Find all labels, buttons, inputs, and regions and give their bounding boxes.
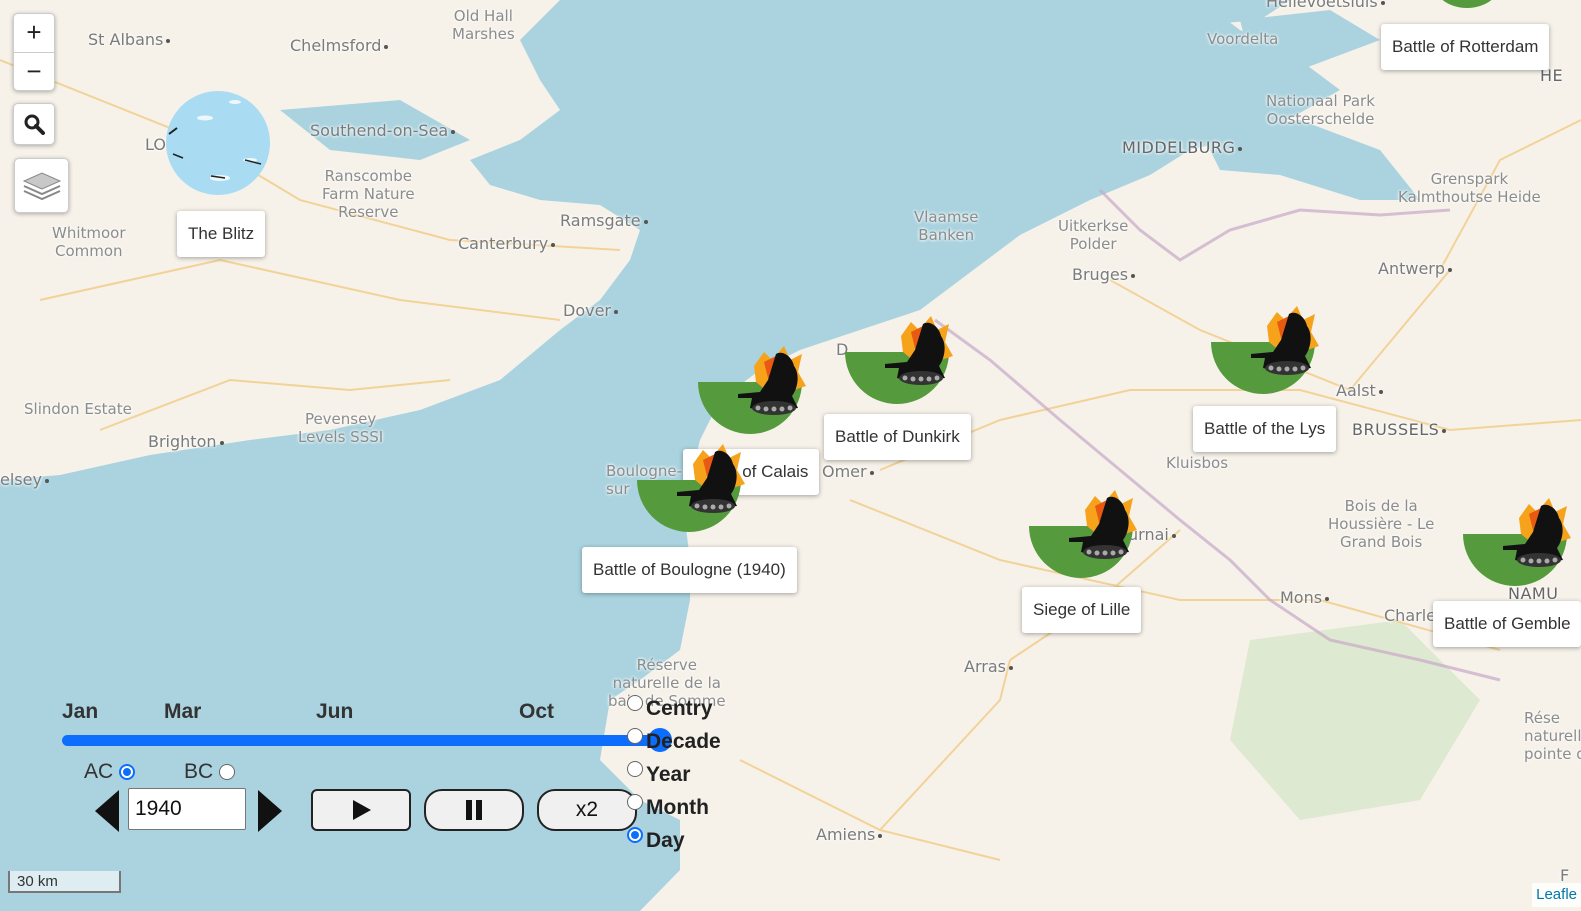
place-label: Brighton — [148, 432, 224, 451]
layers-button[interactable] — [14, 158, 69, 213]
granularity-radio[interactable] — [627, 695, 643, 711]
speed-button[interactable]: x2 — [537, 789, 637, 831]
granularity-radio[interactable] — [627, 794, 643, 810]
event-label[interactable]: Battle of the Lys — [1193, 406, 1337, 452]
place-label: Ramsgate — [560, 211, 648, 230]
timeline-month-label: Mar — [164, 700, 202, 723]
place-label: Slindon Estate — [24, 400, 132, 418]
event-label[interactable]: Battle of Rotterdam — [1381, 24, 1550, 70]
place-label: Pevensey Levels SSSI — [298, 410, 384, 446]
place-label: Mons — [1280, 588, 1330, 607]
place-label: LO — [145, 135, 166, 154]
event-label[interactable]: The Blitz — [177, 211, 266, 257]
granularity-label: Centry — [646, 697, 713, 720]
zoom-in-button[interactable]: + — [14, 14, 54, 53]
battle-tank-icon[interactable] — [1211, 306, 1321, 396]
place-label: Old Hall Marshes — [452, 7, 515, 43]
place-label: Canterbury — [458, 234, 556, 253]
map-canvas[interactable]: St Albans Chelmsford Old Hall Marshes So… — [0, 0, 1581, 911]
place-label: Rése naturelle pointe de — [1524, 709, 1581, 763]
place-label: Hellevoetsluis — [1266, 0, 1385, 11]
search-button[interactable] — [13, 103, 55, 145]
place-label: Dover — [563, 301, 618, 320]
search-icon — [24, 114, 45, 135]
previous-year-icon[interactable] — [95, 790, 121, 832]
place-label: Chelmsford — [290, 36, 389, 55]
place-label: Bruges — [1072, 265, 1136, 284]
granularity-radio[interactable] — [627, 827, 643, 843]
timeline-month-label: Jun — [316, 700, 354, 723]
era-ac-option[interactable]: AC — [84, 760, 136, 784]
pause-button[interactable] — [424, 789, 524, 831]
place-label: Omer — [822, 462, 874, 481]
blitz-aircraft-icon[interactable] — [165, 90, 271, 196]
place-label: Grenspark Kalmthoutse Heide — [1398, 170, 1541, 206]
place-label: Nationaal Park Oosterschelde — [1266, 92, 1375, 128]
era-bc-label: BC — [184, 760, 214, 783]
attribution-link[interactable]: Leafle — [1532, 883, 1581, 907]
speed-label: x2 — [575, 798, 599, 821]
zoom-control: + − — [13, 13, 55, 91]
event-label[interactable]: Battle of Gemble — [1433, 601, 1581, 647]
year-input[interactable] — [128, 788, 246, 830]
granularity-radio[interactable] — [627, 728, 643, 744]
place-label: Voordelta — [1207, 30, 1279, 48]
place-label: Vlaamse Banken — [914, 208, 979, 244]
place-label: Ranscombe Farm Nature Reserve — [322, 167, 415, 221]
granularity-label: Day — [646, 829, 685, 852]
granularity-label: Month — [646, 796, 709, 819]
place-label: Amiens — [816, 825, 883, 844]
place-label: Uitkerkse Polder — [1058, 217, 1129, 253]
scale-bar: 30 km — [8, 871, 121, 893]
timeline-month-label: Jan — [62, 700, 99, 723]
era-bc-radio[interactable] — [219, 764, 236, 781]
next-year-icon[interactable] — [256, 790, 282, 832]
granularity-label: Year — [646, 763, 691, 786]
place-label: Aalst — [1336, 381, 1383, 400]
place-label: St Albans — [88, 30, 171, 49]
timeline-month-label: Oct — [519, 700, 555, 723]
place-label: MIDDELBURG — [1122, 138, 1243, 157]
battle-tank-icon[interactable] — [1029, 490, 1139, 580]
timeline-slider-track[interactable] — [62, 735, 662, 746]
place-label: Antwerp — [1378, 259, 1453, 278]
battle-tank-icon[interactable] — [845, 316, 955, 406]
event-label[interactable]: Siege of Lille — [1022, 587, 1142, 633]
place-label: Bois de la Houssière - Le Grand Bois — [1328, 497, 1435, 551]
era-ac-radio[interactable] — [119, 764, 136, 781]
zoom-out-button[interactable]: − — [14, 53, 54, 91]
battle-tank-icon[interactable] — [1432, 0, 1502, 10]
era-ac-label: AC — [84, 760, 114, 783]
place-label: elsey — [0, 470, 49, 489]
event-label[interactable]: Battle of Dunkirk — [824, 414, 971, 460]
era-bc-option[interactable]: BC — [184, 760, 236, 784]
granularity-radio[interactable] — [627, 761, 643, 777]
place-label: Southend-on-Sea — [310, 121, 456, 140]
battle-tank-icon[interactable] — [1463, 498, 1573, 588]
place-label: Arras — [964, 657, 1013, 676]
play-button[interactable] — [311, 789, 411, 831]
place-label: Charle — [1384, 606, 1436, 625]
place-label: Kluisbos — [1166, 454, 1229, 472]
layers-icon — [22, 171, 61, 200]
event-label[interactable]: Battle of Boulogne (1940) — [582, 547, 797, 593]
place-label: Whitmoor Common — [52, 224, 126, 260]
pause-icon — [466, 800, 482, 820]
battle-tank-icon[interactable] — [637, 444, 747, 534]
place-label: BRUSSELS — [1352, 420, 1447, 439]
granularity-label: Decade — [646, 730, 721, 753]
battle-tank-icon[interactable] — [698, 346, 808, 436]
play-icon — [353, 800, 371, 820]
